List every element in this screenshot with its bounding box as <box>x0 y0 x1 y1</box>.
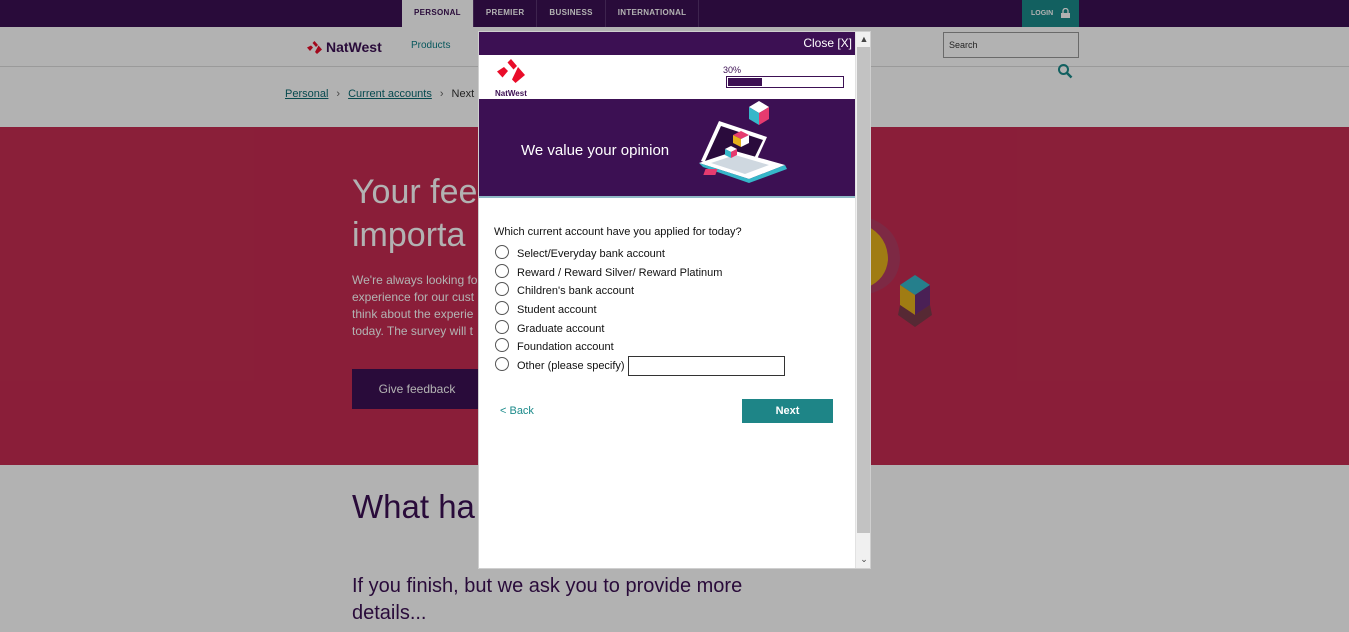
progress-label: 30% <box>723 65 742 75</box>
other-specify-input[interactable] <box>627 355 785 376</box>
option-foundation[interactable]: Foundation account <box>495 338 785 357</box>
natwest-logo-icon <box>497 59 525 83</box>
radio-button[interactable] <box>495 282 509 297</box>
option-label: Other (please specify) <box>517 359 625 372</box>
modal-title-bar: Close [X] <box>479 32 855 55</box>
survey-modal: Close [X] NatWest 30% We value your opin… <box>478 31 871 569</box>
modal-scrollbar[interactable]: ▲ ⌄ <box>855 32 870 568</box>
option-childrens[interactable]: Children's bank account <box>495 282 785 301</box>
modal-header: NatWest 30% <box>479 55 855 99</box>
option-label: Student account <box>517 304 597 317</box>
laptop-illustration <box>699 101 787 183</box>
option-label: Graduate account <box>517 322 605 335</box>
modal-brand-wordmark: NatWest <box>495 89 527 98</box>
option-select-everyday[interactable]: Select/Everyday bank account <box>495 245 785 264</box>
survey-question: Which current account have you applied f… <box>494 226 742 238</box>
banner-divider <box>479 196 855 198</box>
radio-button[interactable] <box>495 356 509 371</box>
radio-button[interactable] <box>495 263 509 278</box>
radio-button[interactable] <box>495 338 509 353</box>
option-student[interactable]: Student account <box>495 301 785 320</box>
option-label: Select/Everyday bank account <box>517 248 665 261</box>
banner-text: We value your opinion <box>521 142 670 159</box>
option-label: Reward / Reward Silver/ Reward Platinum <box>517 266 723 279</box>
option-label: Foundation account <box>517 341 614 354</box>
option-graduate[interactable]: Graduate account <box>495 319 785 338</box>
option-other[interactable]: Other (please specify) <box>495 355 785 376</box>
scroll-thumb[interactable] <box>857 47 870 533</box>
next-button[interactable]: Next <box>742 399 833 423</box>
radio-button[interactable] <box>495 245 509 260</box>
radio-button[interactable] <box>495 319 509 334</box>
radio-button[interactable] <box>495 301 509 316</box>
progress-fill <box>728 78 763 86</box>
close-button[interactable]: Close [X] <box>803 36 852 50</box>
survey-banner: We value your opinion <box>479 99 855 196</box>
chevron-down-icon[interactable]: ⌄ <box>856 554 870 566</box>
modal-brand-logo: NatWest <box>495 59 528 98</box>
back-link[interactable]: < Back <box>500 405 534 417</box>
scroll-up-icon[interactable]: ▲ <box>856 34 870 46</box>
option-reward[interactable]: Reward / Reward Silver/ Reward Platinum <box>495 263 785 283</box>
answer-options: Select/Everyday bank account Reward / Re… <box>495 245 785 376</box>
progress-bar <box>726 76 844 88</box>
option-label: Children's bank account <box>517 285 635 298</box>
